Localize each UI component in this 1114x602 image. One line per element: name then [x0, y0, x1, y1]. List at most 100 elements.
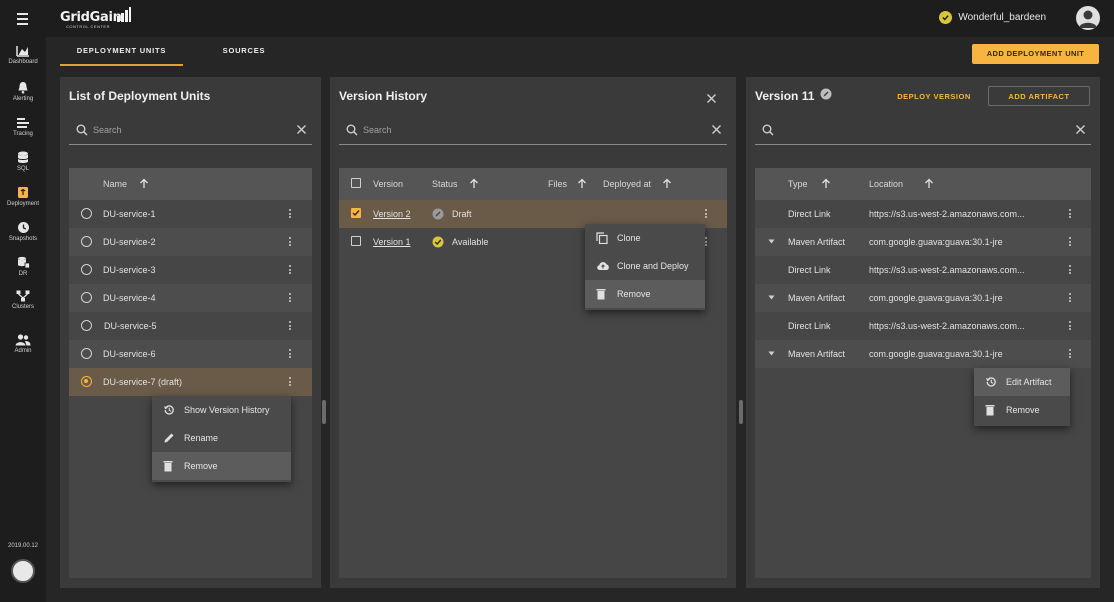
close-icon[interactable] [711, 124, 722, 135]
versions-search-field[interactable]: Search [339, 117, 727, 145]
more-vert-icon[interactable] [1067, 208, 1073, 220]
more-vert-icon[interactable] [287, 320, 293, 332]
more-vert-icon[interactable] [1067, 264, 1073, 276]
row-radio-selected[interactable] [81, 376, 92, 387]
status-text: Available [452, 237, 489, 247]
sort-arrow-up-icon[interactable] [469, 178, 479, 189]
table-row[interactable]: Maven Artifact com.google.guava:guava:30… [755, 228, 1091, 256]
table-row[interactable]: Maven Artifact com.google.guava:guava:30… [755, 340, 1091, 368]
row-radio[interactable] [81, 292, 92, 303]
row-radio[interactable] [81, 264, 92, 275]
version-link[interactable]: Version 2 [373, 209, 411, 219]
row-radio[interactable] [81, 236, 92, 247]
sort-arrow-up-icon[interactable] [139, 178, 149, 189]
sort-arrow-up-icon[interactable] [924, 178, 934, 189]
more-vert-icon[interactable] [1067, 348, 1073, 360]
menu-item-clone[interactable]: Clone [585, 224, 705, 252]
table-row-selected[interactable]: DU-service-7 (draft) [69, 368, 312, 396]
row-radio[interactable] [81, 208, 92, 219]
more-vert-icon[interactable] [287, 348, 293, 360]
menu-item-show-version-history[interactable]: Show Version History [152, 396, 291, 424]
clusters-icon [16, 290, 30, 302]
sidebar-item-tracing[interactable]: Tracing [0, 117, 46, 137]
user-indicator[interactable]: Wonderful_bardeen [939, 11, 1046, 24]
more-vert-icon[interactable] [1067, 320, 1073, 332]
sort-arrow-up-icon[interactable] [662, 178, 672, 189]
avatar-icon[interactable] [1076, 6, 1100, 30]
more-vert-icon[interactable] [1067, 292, 1073, 304]
more-vert-icon[interactable] [287, 376, 293, 388]
table-row[interactable]: Direct Link https://s3.us-west-2.amazona… [755, 256, 1091, 284]
menu-item-clone-and-deploy[interactable]: Clone and Deploy [585, 252, 705, 280]
expand-caret-icon[interactable] [768, 239, 775, 244]
more-vert-icon[interactable] [703, 208, 709, 220]
menu-item-remove[interactable]: Remove [974, 396, 1070, 424]
sort-arrow-up-icon[interactable] [821, 178, 831, 189]
column-status-header[interactable]: Status [432, 179, 458, 189]
tab-deployment-units[interactable]: DEPLOYMENT UNITS [60, 40, 183, 66]
table-row[interactable]: DU-service-3 [69, 256, 312, 284]
menu-item-edit-artifact[interactable]: Edit Artifact [974, 368, 1070, 396]
artifact-type: Maven Artifact [788, 237, 846, 247]
units-search-field[interactable]: Search [69, 117, 312, 145]
table-row[interactable]: DU-service-6 [69, 340, 312, 368]
more-vert-icon[interactable] [287, 264, 293, 276]
row-checkbox-checked[interactable] [351, 208, 361, 218]
table-row[interactable]: Maven Artifact com.google.guava:guava:30… [755, 284, 1091, 312]
row-radio[interactable] [81, 320, 92, 331]
artifacts-search-field[interactable] [755, 117, 1091, 145]
row-radio[interactable] [81, 348, 92, 359]
column-version-header[interactable]: Version [373, 179, 403, 189]
expand-caret-icon[interactable] [768, 351, 775, 356]
edit-icon[interactable] [820, 88, 832, 100]
column-name-header[interactable]: Name [103, 179, 127, 189]
sidebar-item-dashboard[interactable]: Dashboard [0, 45, 46, 65]
panel-resize-handle[interactable] [739, 400, 743, 424]
table-row[interactable]: DU-service-4 [69, 284, 312, 312]
expand-caret-icon[interactable] [768, 295, 775, 300]
version-link[interactable]: Version 1 [373, 237, 411, 247]
add-deployment-unit-button[interactable]: ADD DEPLOYMENT UNIT [972, 44, 1099, 64]
sidebar-item-snapshots[interactable]: Snapshots [0, 221, 46, 242]
panel-resize-handle[interactable] [322, 400, 326, 424]
row-checkbox[interactable] [351, 236, 361, 246]
unit-name: DU-service-6 [103, 349, 156, 359]
status-text: Draft [452, 209, 472, 219]
sidebar-item-admin[interactable]: Admin [0, 334, 46, 354]
sort-arrow-up-icon[interactable] [577, 178, 587, 189]
column-type-header[interactable]: Type [788, 179, 808, 189]
table-row[interactable]: Direct Link https://s3.us-west-2.amazona… [755, 200, 1091, 228]
more-vert-icon[interactable] [1067, 236, 1073, 248]
sidebar-item-alerting[interactable]: Alerting [0, 81, 46, 102]
add-artifact-button[interactable]: ADD ARTIFACT [988, 86, 1090, 106]
admin-icon [15, 334, 31, 346]
table-row[interactable]: DU-service-1 [69, 200, 312, 228]
select-all-checkbox[interactable] [351, 178, 361, 188]
deploy-version-button[interactable]: DEPLOY VERSION [896, 92, 972, 101]
sidebar-item-clusters[interactable]: Clusters [0, 290, 46, 310]
dr-icon [17, 256, 30, 269]
close-icon[interactable] [706, 93, 717, 104]
more-vert-icon[interactable] [287, 292, 293, 304]
sidebar-item-dr[interactable]: DR [0, 256, 46, 277]
sidebar-item-label: Clusters [11, 304, 34, 310]
column-location-header[interactable]: Location [869, 179, 903, 189]
more-vert-icon[interactable] [287, 236, 293, 248]
table-row[interactable]: DU-service-2 [69, 228, 312, 256]
chart-icon [16, 46, 29, 57]
table-row[interactable]: Direct Link https://s3.us-west-2.amazona… [755, 312, 1091, 340]
menu-item-remove[interactable]: Remove [585, 280, 705, 308]
menu-item-remove[interactable]: Remove [152, 452, 291, 480]
menu-item-rename[interactable]: Rename [152, 424, 291, 452]
close-icon[interactable] [1075, 124, 1086, 135]
more-vert-icon[interactable] [287, 208, 293, 220]
sidebar-item-sql[interactable]: SQL [0, 151, 46, 172]
logo-mark-icon [117, 7, 131, 22]
table-row[interactable]: DU-service-5 [69, 312, 312, 340]
tab-sources[interactable]: SOURCES [210, 40, 278, 66]
column-files-header[interactable]: Files [548, 179, 567, 189]
sidebar-item-deployment[interactable]: Deployment [0, 186, 46, 207]
column-deployed-at-header[interactable]: Deployed at [603, 179, 651, 189]
menu-icon[interactable] [14, 10, 32, 27]
close-icon[interactable] [296, 124, 307, 135]
